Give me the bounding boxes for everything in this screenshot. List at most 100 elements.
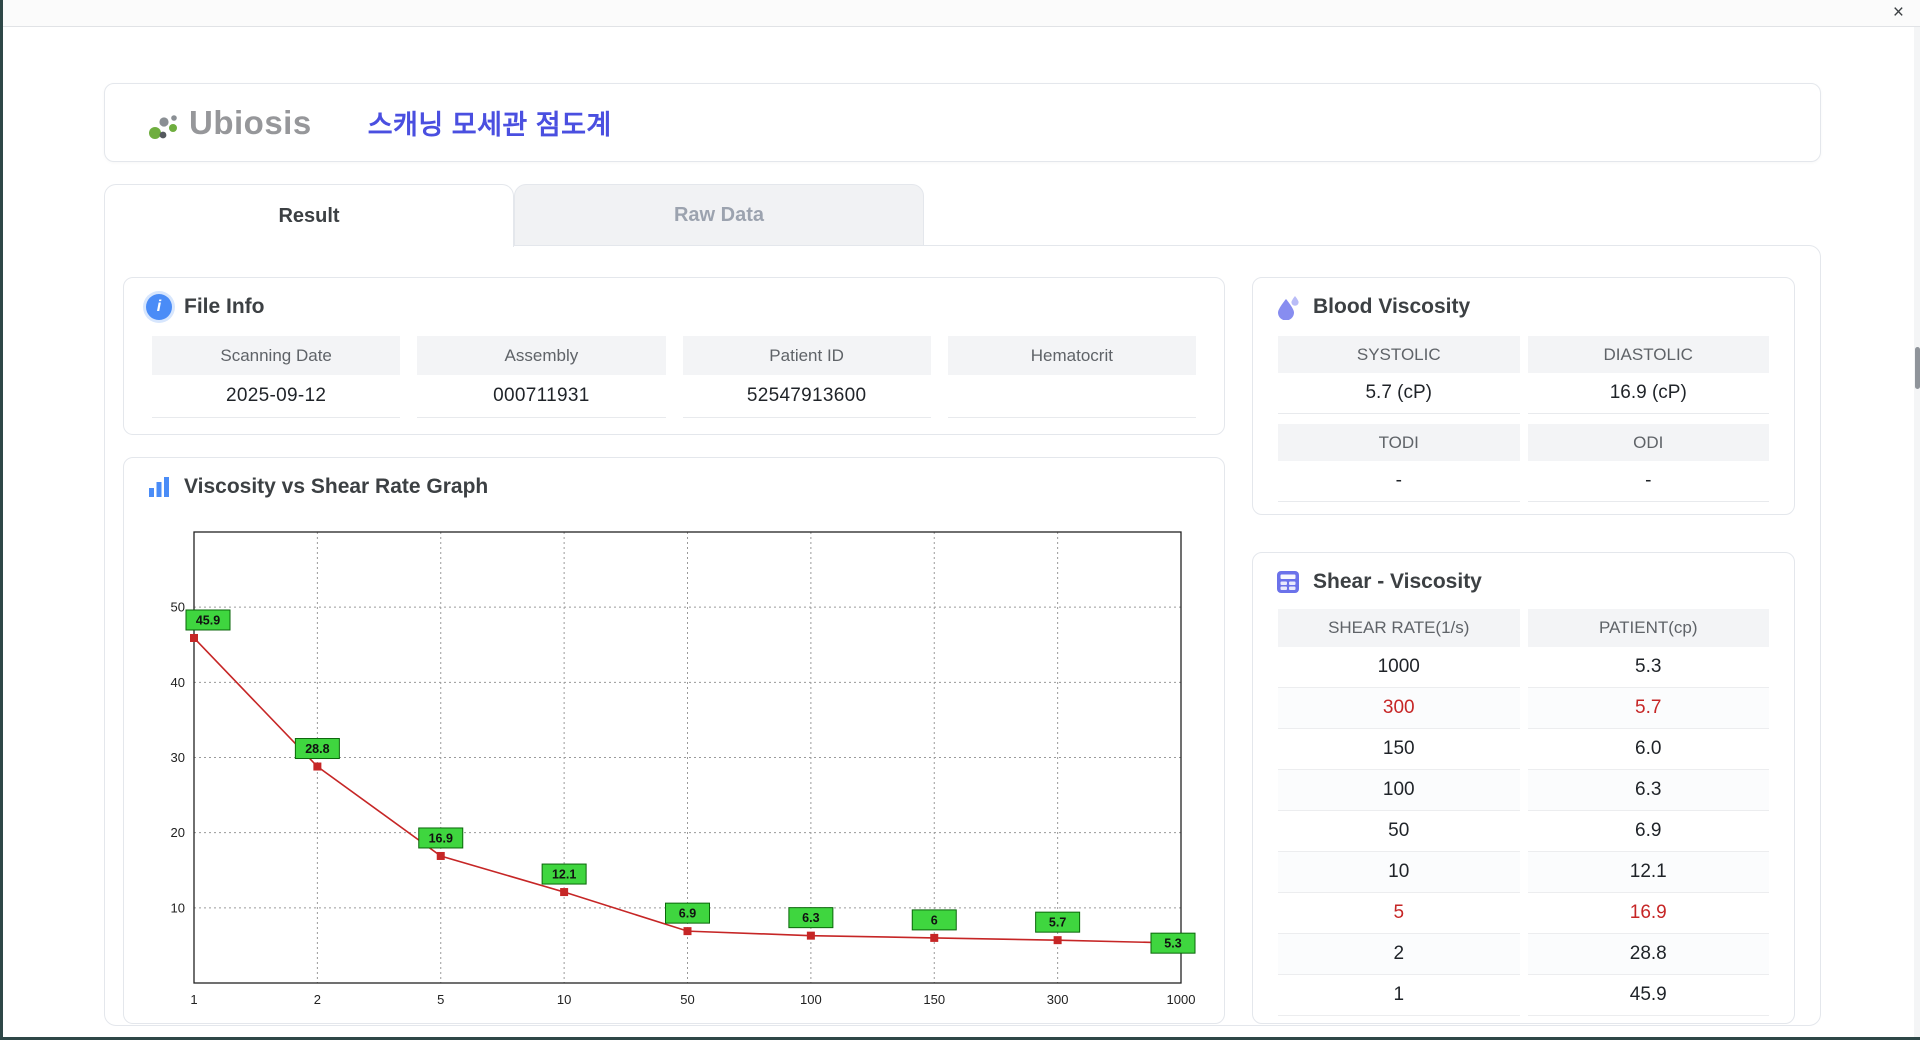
diastolic-column: DIASTOLIC 16.9 (cP) ODI -: [1527, 336, 1769, 502]
shear-rate-cell: 10: [1278, 852, 1520, 893]
field-hematocrit: Hematocrit: [947, 336, 1196, 418]
svg-text:10: 10: [557, 992, 571, 1007]
patient-cell: 45.9: [1527, 975, 1769, 1016]
bar-chart-icon: [149, 477, 169, 497]
patient-cell: 6.9: [1527, 811, 1769, 852]
field-patient-id: Patient ID 52547913600: [682, 336, 931, 418]
patient-cell: 6.0: [1527, 729, 1769, 770]
field-value: [947, 375, 1196, 418]
svg-text:6: 6: [931, 913, 938, 927]
table-row: 150 6.0: [1278, 729, 1769, 770]
app-header: Ubiosis 스캐닝 모세관 점도계: [104, 83, 1821, 162]
file-info-panel: i File Info Scanning Date 2025-09-12 Ass…: [123, 277, 1225, 435]
leaf-dots-icon: [149, 114, 177, 139]
shear-rate-cell: 300: [1278, 688, 1520, 729]
shear-rate-cell: 1: [1278, 975, 1520, 1016]
field-assembly: Assembly 000711931: [417, 336, 666, 418]
svg-text:40: 40: [171, 675, 185, 690]
svg-text:150: 150: [923, 992, 945, 1007]
table-body: 1000 5.3 300 5.7 150 6.0 100 6.3 50 6.9 …: [1278, 647, 1769, 1016]
svg-text:6.3: 6.3: [802, 911, 819, 925]
patient-cell: 6.3: [1527, 770, 1769, 811]
svg-text:6.9: 6.9: [679, 907, 696, 921]
svg-text:12.1: 12.1: [552, 868, 576, 882]
svg-text:1: 1: [190, 992, 197, 1007]
systolic-column: SYSTOLIC 5.7 (cP) TODI -: [1278, 336, 1520, 502]
systolic-value: 5.7 (cP): [1278, 373, 1520, 414]
svg-text:1000: 1000: [1167, 992, 1196, 1007]
svg-text:50: 50: [680, 992, 694, 1007]
shear-viscosity-title: Shear - Viscosity: [1313, 570, 1482, 593]
field-scanning-date: Scanning Date 2025-09-12: [152, 336, 401, 418]
file-info-header: i File Info: [124, 278, 1224, 332]
ubiosis-logo: Ubiosis: [147, 104, 312, 142]
diastolic-value: 16.9 (cP): [1527, 373, 1769, 414]
viscosity-chart: 10 20 30 40 50 1 2 5 10 50 100 150 300 1000 45.9 28.8 16…: [144, 518, 1206, 1021]
field-value: 000711931: [417, 375, 666, 418]
field-label: Scanning Date: [152, 336, 401, 375]
page-title: 스캐닝 모세관 점도계: [367, 110, 612, 140]
tab-raw-data[interactable]: Raw Data: [514, 184, 924, 246]
graph-panel: Viscosity vs Shear Rate Graph 10 20 30 40 50…: [123, 457, 1225, 1024]
svg-text:100: 100: [800, 992, 822, 1007]
blood-viscosity-header: Blood Viscosity: [1253, 278, 1794, 332]
shear-rate-cell: 2: [1278, 934, 1520, 975]
scrollbar-thumb[interactable]: [1915, 347, 1920, 389]
table-row: 2 28.8: [1278, 934, 1769, 975]
shear-viscosity-panel: Shear - Viscosity SHEAR RATE(1/s) PATIEN…: [1252, 552, 1795, 1024]
info-icon: i: [146, 294, 172, 320]
shear-viscosity-header: Shear - Viscosity: [1253, 553, 1794, 607]
svg-text:45.9: 45.9: [196, 613, 220, 627]
table-header-row: SHEAR RATE(1/s) PATIENT(cp): [1278, 609, 1769, 647]
window-titlebar: ×: [3, 0, 1920, 27]
odi-label: ODI: [1527, 424, 1769, 461]
patient-cell: 5.7: [1527, 688, 1769, 729]
field-label: Hematocrit: [947, 336, 1196, 375]
svg-text:20: 20: [171, 825, 185, 840]
svg-text:30: 30: [171, 750, 185, 765]
shear-rate-cell: 50: [1278, 811, 1520, 852]
shear-rate-cell: 150: [1278, 729, 1520, 770]
table-row: 5 16.9: [1278, 893, 1769, 934]
todi-value: -: [1278, 461, 1520, 502]
calculator-icon: [1277, 571, 1299, 593]
svg-text:10: 10: [171, 900, 185, 915]
shear-rate-column-header: SHEAR RATE(1/s): [1278, 609, 1520, 647]
svg-text:5.7: 5.7: [1049, 916, 1066, 930]
droplets-icon: [1278, 296, 1299, 320]
svg-text:16.9: 16.9: [429, 831, 453, 845]
shear-rate-cell: 100: [1278, 770, 1520, 811]
tab-result[interactable]: Result: [104, 184, 514, 247]
field-label: Patient ID: [682, 336, 931, 375]
patient-cell: 16.9: [1527, 893, 1769, 934]
table-row: 300 5.7: [1278, 688, 1769, 729]
odi-value: -: [1527, 461, 1769, 502]
shear-rate-cell: 5: [1278, 893, 1520, 934]
field-value: 52547913600: [682, 375, 931, 418]
blood-viscosity-grid: SYSTOLIC 5.7 (cP) TODI - DIASTOLIC 16.9 …: [1253, 332, 1794, 502]
svg-text:50: 50: [171, 600, 185, 615]
svg-text:5.3: 5.3: [1164, 937, 1181, 951]
patient-column-header: PATIENT(cp): [1527, 609, 1769, 647]
window-left-edge: [0, 0, 3, 1040]
field-value: 2025-09-12: [152, 375, 401, 418]
svg-text:5: 5: [437, 992, 444, 1007]
graph-header: Viscosity vs Shear Rate Graph: [124, 458, 1224, 512]
file-info-title: File Info: [184, 295, 265, 318]
table-row: 10 12.1: [1278, 852, 1769, 893]
svg-text:28.8: 28.8: [305, 742, 329, 756]
scrollbar-track[interactable]: [1914, 27, 1920, 1037]
logo-text: Ubiosis: [189, 103, 312, 141]
diastolic-label: DIASTOLIC: [1527, 336, 1769, 373]
file-info-fields: Scanning Date 2025-09-12 Assembly 000711…: [124, 332, 1224, 418]
table-row: 1 45.9: [1278, 975, 1769, 1016]
graph-title: Viscosity vs Shear Rate Graph: [184, 475, 489, 498]
shear-rate-cell: 1000: [1278, 647, 1520, 688]
blood-viscosity-panel: Blood Viscosity SYSTOLIC 5.7 (cP) TODI -…: [1252, 277, 1795, 515]
field-label: Assembly: [417, 336, 666, 375]
patient-cell: 28.8: [1527, 934, 1769, 975]
close-icon[interactable]: ×: [1893, 2, 1904, 24]
todi-label: TODI: [1278, 424, 1520, 461]
blood-viscosity-title: Blood Viscosity: [1313, 295, 1471, 318]
main-panel: i File Info Scanning Date 2025-09-12 Ass…: [104, 245, 1821, 1026]
